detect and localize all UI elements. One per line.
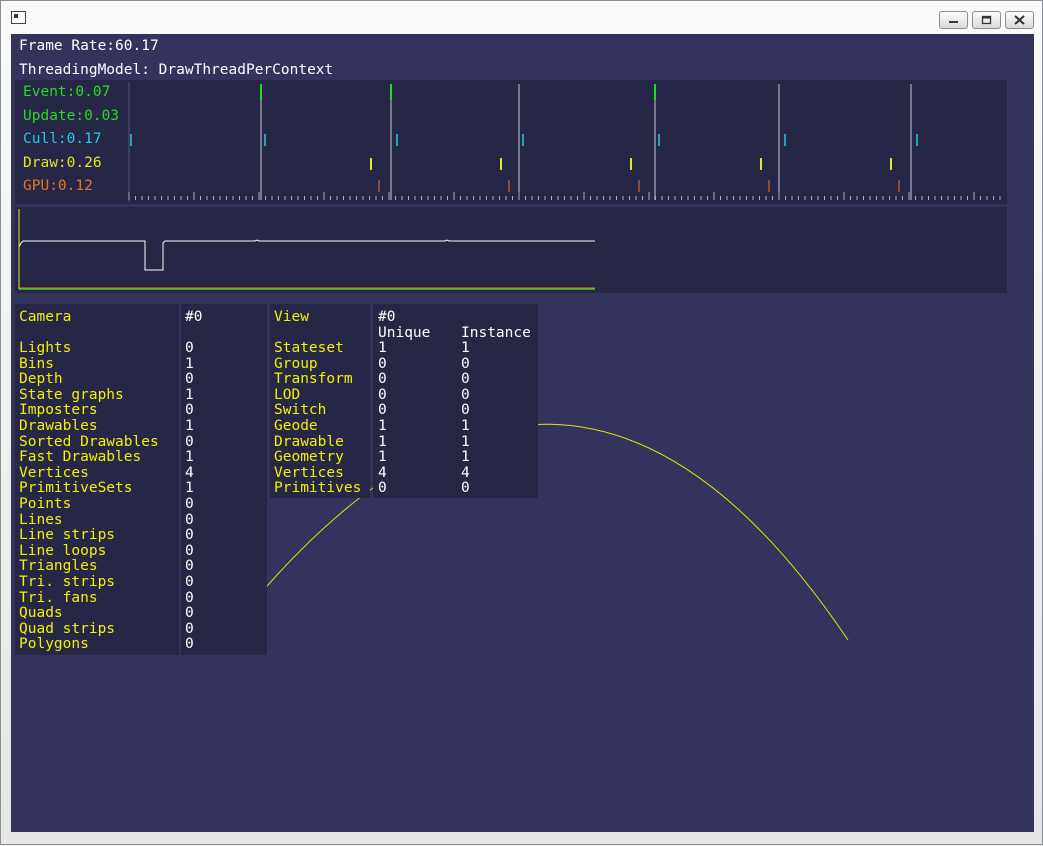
camera-stat-label: Imposters (19, 402, 98, 419)
camera-stat-value: 0 (185, 402, 194, 419)
view-stat-unique: 1 (378, 418, 387, 434)
camera-stat-value: 1 (185, 355, 194, 372)
view-stat-label: Group (274, 355, 318, 372)
camera-stat-value: 0 (185, 605, 194, 622)
camera-stat-label: Bins (19, 355, 54, 372)
camera-stat-label: PrimitiveSets (19, 480, 133, 497)
view-stat-label: Stateset (274, 340, 344, 356)
camera-stat-label: Tri. fans (19, 589, 98, 606)
minimize-button[interactable] (939, 11, 968, 29)
view-stat-unique: 0 (378, 402, 387, 419)
view-stat-unique: 0 (378, 480, 387, 497)
view-stat-instance: 1 (461, 418, 470, 434)
view-stat-label: Drawable (274, 433, 344, 450)
camera-stat-label: Lights (19, 340, 72, 356)
view-stat-unique: 0 (378, 386, 387, 403)
camera-stat-label: Line strips (19, 527, 116, 544)
view-stat-instance: 0 (461, 402, 470, 419)
camera-stat-value: 0 (185, 511, 194, 528)
camera-stat-value: 0 (185, 542, 194, 559)
app-icon (11, 11, 26, 24)
camera-stat-value: 0 (185, 574, 194, 590)
view-stat-instance: 4 (461, 464, 470, 481)
camera-stat-value: 0 (185, 527, 194, 544)
camera-stat-value: 1 (185, 480, 194, 497)
view-stat-label: Vertices (274, 464, 344, 481)
camera-stat-label: Quad strips (19, 620, 116, 637)
camera-header-value: #0 (185, 309, 203, 325)
camera-stat-label: Quads (19, 605, 63, 622)
view-stat-unique: 1 (378, 433, 387, 450)
view-stat-label: Transform (274, 371, 353, 388)
close-icon (1014, 15, 1025, 25)
view-stat-unique: 1 (378, 449, 387, 466)
view-stat-label: Primitives (274, 480, 362, 497)
view-stat-unique: 4 (378, 464, 387, 481)
view-stat-unique: 1 (378, 340, 387, 356)
camera-stat-label: Polygons (19, 636, 89, 653)
camera-stat-label: Triangles (19, 558, 98, 575)
camera-stat-value: 0 (185, 371, 194, 388)
view-stat-label: Switch (274, 402, 327, 419)
camera-stat-label: Drawables (19, 418, 98, 434)
camera-stat-value: 1 (185, 418, 194, 434)
render-viewport[interactable]: Frame Rate:60.17 ThreadingModel: DrawThr… (11, 34, 1034, 832)
view-stat-label: Geode (274, 418, 318, 434)
camera-stat-label: Points (19, 496, 72, 512)
view-header-label: View (274, 309, 309, 325)
camera-stat-label: Vertices (19, 464, 89, 481)
camera-stat-value: 1 (185, 449, 194, 466)
camera-stat-label: Line loops (19, 542, 107, 559)
minimize-icon (949, 21, 958, 23)
maximize-icon (981, 15, 992, 25)
view-stat-unique: 0 (378, 355, 387, 372)
camera-stat-value: 4 (185, 464, 194, 481)
camera-stat-label: Sorted Drawables (19, 433, 159, 450)
view-stat-instance: 1 (461, 449, 470, 466)
camera-header-label: Camera (19, 309, 72, 325)
title-bar[interactable] (1, 1, 1042, 33)
view-stat-instance: 0 (461, 355, 470, 372)
camera-stat-value: 0 (185, 496, 194, 512)
camera-stat-label: Tri. strips (19, 574, 116, 590)
camera-stat-label: Depth (19, 371, 63, 388)
camera-stat-value: 1 (185, 386, 194, 403)
view-col-instance: Instance (461, 325, 531, 341)
camera-stat-value: 0 (185, 589, 194, 606)
camera-stat-value: 0 (185, 433, 194, 450)
view-stat-instance: 1 (461, 433, 470, 450)
camera-stat-label: Lines (19, 511, 63, 528)
close-button[interactable] (1005, 11, 1034, 29)
view-stat-instance: 0 (461, 371, 470, 388)
view-stat-label: LOD (274, 386, 301, 403)
camera-stat-value: 0 (185, 636, 194, 653)
camera-stat-label: State graphs (19, 386, 124, 403)
view-stat-unique: 0 (378, 371, 387, 388)
view-stat-label: Geometry (274, 449, 344, 466)
maximize-button[interactable] (972, 11, 1001, 29)
application-window: Frame Rate:60.17 ThreadingModel: DrawThr… (0, 0, 1043, 845)
camera-stat-value: 0 (185, 558, 194, 575)
view-stat-instance: 1 (461, 340, 470, 356)
view-header-value: #0 (378, 309, 396, 325)
camera-stat-label: Fast Drawables (19, 449, 142, 466)
camera-stat-value: 0 (185, 340, 194, 356)
view-stat-instance: 0 (461, 480, 470, 497)
view-stat-instance: 0 (461, 386, 470, 403)
camera-stat-value: 0 (185, 620, 194, 637)
